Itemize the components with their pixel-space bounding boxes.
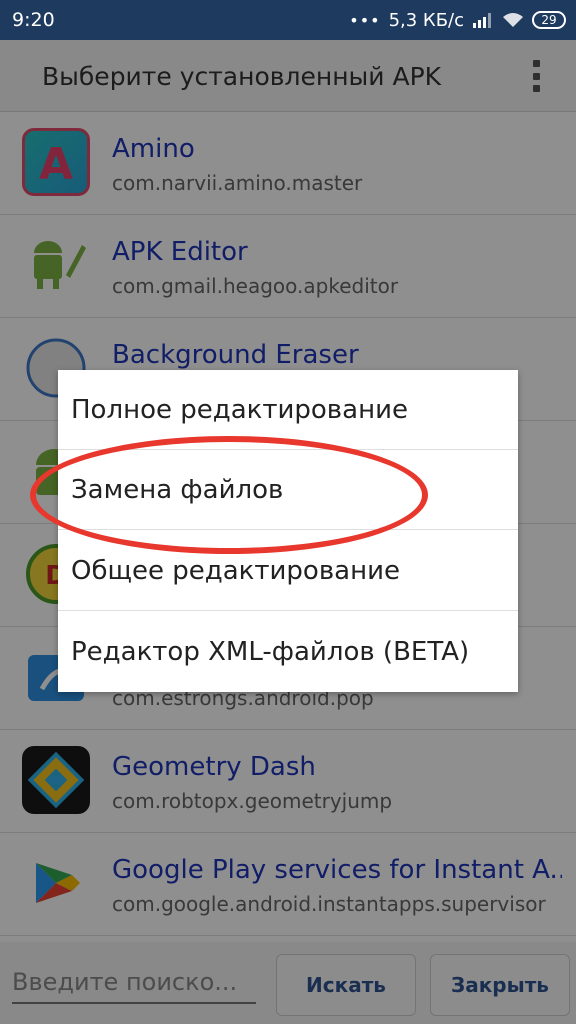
status-bar: 9:20 ••• 5,3 КБ/с 29 [0,0,576,40]
battery-level: 29 [541,13,557,27]
notification-dots: ••• [349,10,381,30]
network-speed: 5,3 КБ/с [388,9,464,31]
battery-icon: 29 [532,11,566,29]
highlight-ellipse [30,436,428,554]
wifi-icon [503,13,523,27]
status-indicators: ••• 5,3 КБ/с 29 [349,8,566,32]
signal-icon [473,13,491,28]
status-time: 9:20 [12,9,55,31]
menu-item-xml-editor[interactable]: Редактор XML-файлов (BETA) [58,612,518,692]
